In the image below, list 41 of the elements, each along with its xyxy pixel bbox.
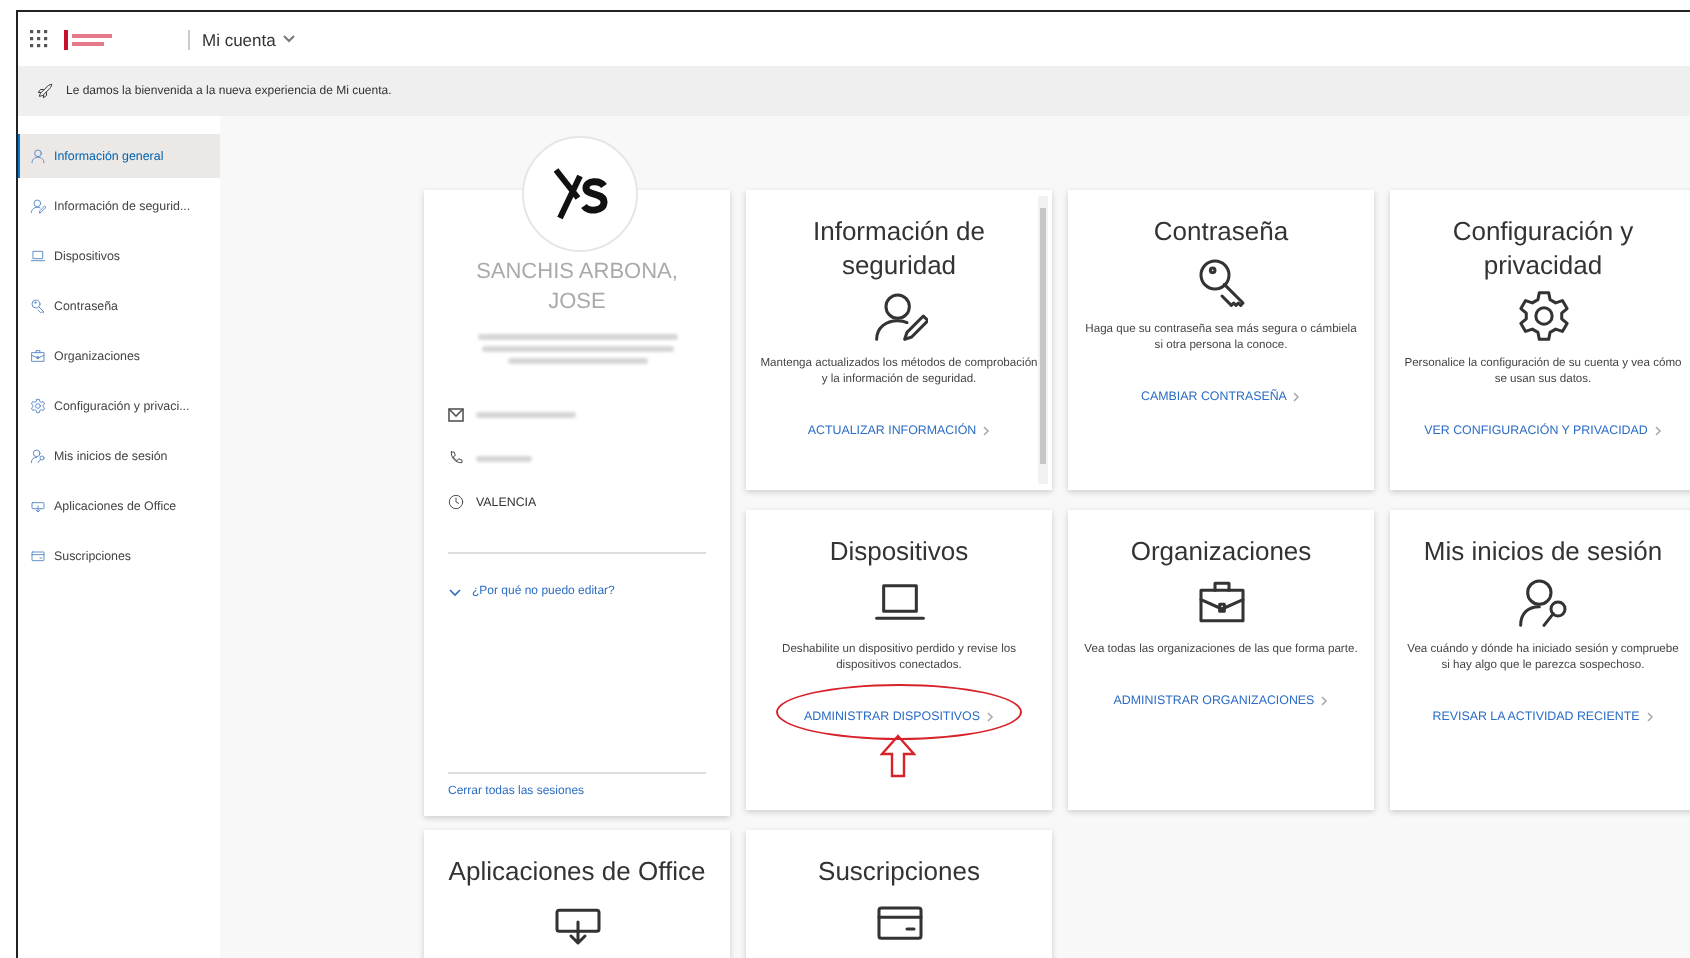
card-icon xyxy=(30,548,46,564)
person-icon xyxy=(30,148,46,164)
gear-icon xyxy=(30,398,46,414)
user-name: SANCHIS ARBONA, JOSE xyxy=(474,258,680,318)
logo-icon xyxy=(549,164,609,224)
person-pen-icon xyxy=(871,288,927,344)
chevron-right-icon xyxy=(1320,696,1329,706)
annotation-arrow xyxy=(880,734,917,778)
scrollbar[interactable] xyxy=(1038,196,1048,484)
card-title: Aplicaciones de Office xyxy=(448,854,706,888)
key-icon xyxy=(30,298,46,314)
chevron-down-icon xyxy=(281,34,296,44)
chevron-right-icon xyxy=(982,426,991,436)
blurred-email xyxy=(476,411,576,417)
card-title: Organizaciones xyxy=(1130,534,1312,568)
clock-icon xyxy=(448,494,464,510)
download-tray-icon xyxy=(30,498,46,514)
rocket-icon xyxy=(36,82,54,100)
app-launcher-icon[interactable] xyxy=(30,30,48,48)
briefcase-icon xyxy=(30,348,46,364)
card-title: Configuración y privacidad xyxy=(1450,214,1636,282)
app-title-dropdown[interactable]: Mi cuenta xyxy=(188,29,296,49)
card-title: Mis inicios de sesión xyxy=(1423,534,1663,568)
card-title: Información de seguridad xyxy=(811,214,987,282)
chevron-right-icon xyxy=(986,712,994,722)
phone-icon xyxy=(448,450,464,466)
chevron-right-icon xyxy=(1292,392,1301,402)
blurred-phone xyxy=(476,455,532,461)
chevron-down-icon xyxy=(448,587,462,597)
logo-icon xyxy=(64,29,116,49)
chevron-right-icon xyxy=(1653,426,1662,436)
chevron-right-icon xyxy=(1645,712,1654,722)
person-pen-icon xyxy=(30,198,46,214)
card-title: Suscripciones xyxy=(818,854,980,888)
card-title: Dispositivos xyxy=(829,534,969,568)
laptop-icon xyxy=(30,248,46,264)
person-key-icon xyxy=(1515,574,1571,630)
card-title: Contraseña xyxy=(1153,214,1289,248)
gear-icon xyxy=(1515,288,1571,344)
mail-icon xyxy=(448,407,464,421)
person-key-icon xyxy=(30,448,46,464)
